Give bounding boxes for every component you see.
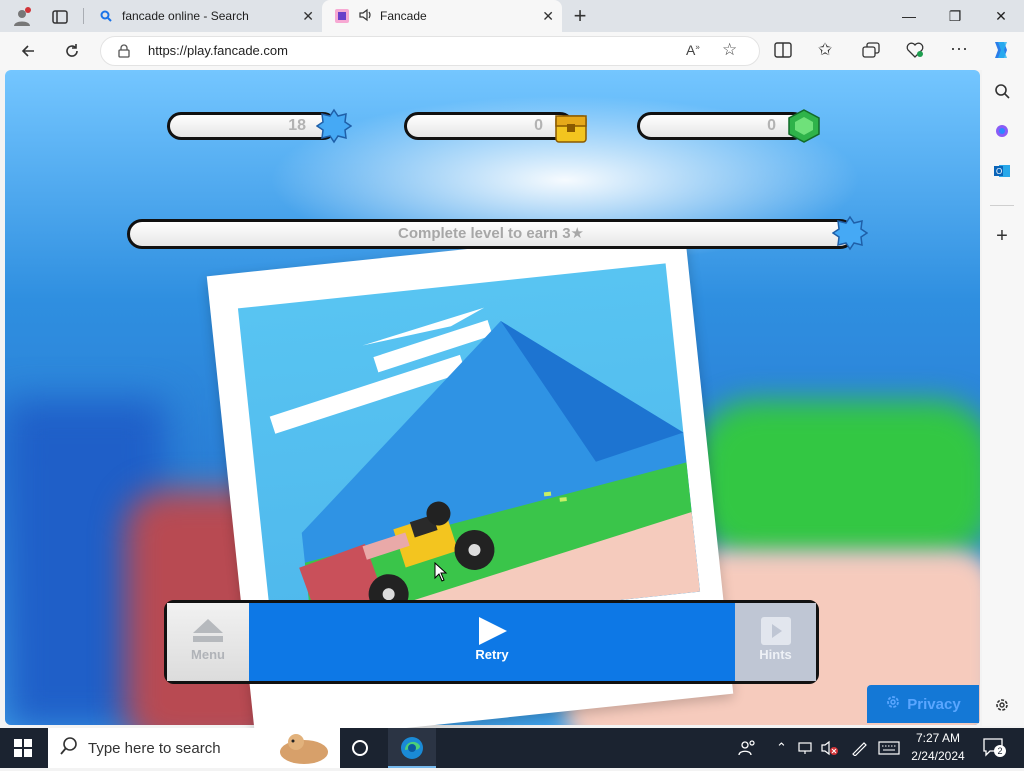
level-preview-image xyxy=(237,263,701,637)
outlook-icon[interactable]: O xyxy=(989,158,1015,184)
minimize-button[interactable]: — xyxy=(886,0,932,32)
tab-divider xyxy=(83,8,84,24)
star-badge-icon xyxy=(316,108,352,144)
keyboard-icon[interactable] xyxy=(878,741,900,758)
copilot-icon[interactable] xyxy=(990,39,1012,66)
favorites-icon[interactable]: ✩ xyxy=(818,40,832,60)
more-options-icon[interactable]: ··· xyxy=(950,38,968,59)
privacy-label: Privacy xyxy=(907,695,961,713)
lock-icon[interactable] xyxy=(118,44,130,63)
privacy-button[interactable]: Privacy xyxy=(867,685,979,723)
chest-icon xyxy=(553,108,589,144)
star-badge-icon xyxy=(832,215,868,251)
mouse-cursor-icon xyxy=(434,561,448,587)
notification-count: 2 xyxy=(994,745,1006,757)
browser-essentials-icon[interactable] xyxy=(906,42,924,63)
retry-button[interactable]: Retry xyxy=(249,603,735,681)
settings-gear-icon[interactable] xyxy=(989,692,1015,718)
task-view-icon[interactable] xyxy=(350,738,370,763)
windows-start-icon[interactable] xyxy=(14,739,32,762)
sidebar-divider xyxy=(990,205,1014,206)
clock-time[interactable]: 7:27 AM xyxy=(910,731,966,745)
restore-button[interactable]: ❐ xyxy=(932,0,978,32)
favorite-star-icon[interactable]: ☆ xyxy=(722,40,737,60)
speaker-icon[interactable] xyxy=(358,8,372,25)
gem-icon xyxy=(786,108,822,144)
chests-count: 0 xyxy=(534,117,543,134)
svg-text:O: O xyxy=(996,167,1002,176)
profile-icon[interactable] xyxy=(10,5,34,29)
split-screen-icon[interactable] xyxy=(774,42,792,63)
settings-gear-icon xyxy=(885,694,901,714)
close-window-button[interactable]: ✕ xyxy=(978,0,1024,32)
search-icon xyxy=(98,8,114,24)
network-icon[interactable] xyxy=(798,741,816,758)
collections-icon[interactable] xyxy=(862,42,880,63)
clock-date[interactable]: 2/24/2024 xyxy=(906,749,970,763)
notifications-icon[interactable]: 2 xyxy=(982,737,1006,759)
background-grass xyxy=(695,400,980,560)
back-button[interactable] xyxy=(12,35,44,67)
copilot-apps-icon[interactable] xyxy=(989,118,1015,144)
level-scene xyxy=(269,307,701,633)
gems-count: 0 xyxy=(767,117,776,134)
search-icon[interactable] xyxy=(989,78,1015,104)
tab-fancade-search[interactable]: fancade online - Search ✕ xyxy=(86,0,322,32)
retry-label: Retry xyxy=(475,647,509,662)
close-tab-icon[interactable]: ✕ xyxy=(542,8,554,25)
close-tab-icon[interactable]: ✕ xyxy=(302,8,314,25)
hints-button[interactable]: Hints xyxy=(735,603,816,681)
show-hidden-icons-icon[interactable]: ⌃ xyxy=(776,740,787,756)
search-highlight-image xyxy=(274,730,334,771)
menu-label: Menu xyxy=(191,647,225,662)
edge-taskbar-button[interactable] xyxy=(388,728,436,768)
tab-actions-icon[interactable] xyxy=(48,5,72,29)
stars-count: 18 xyxy=(288,117,306,134)
people-icon[interactable] xyxy=(738,739,756,760)
tab-title: Fancade xyxy=(380,9,427,23)
url-text: https://play.fancade.com xyxy=(148,43,288,58)
home-arrow-icon xyxy=(191,617,225,648)
refresh-button[interactable] xyxy=(56,35,88,67)
hints-label: Hints xyxy=(759,647,792,662)
taskbar-search-box[interactable]: Type here to search xyxy=(48,728,340,768)
menu-button[interactable]: Menu xyxy=(167,603,249,681)
fancade-favicon xyxy=(334,8,350,24)
read-aloud-icon[interactable]: A» xyxy=(686,42,700,58)
volume-muted-icon[interactable] xyxy=(821,740,839,759)
search-icon xyxy=(60,736,78,760)
tab-fancade[interactable]: Fancade ✕ xyxy=(322,0,562,32)
level-progress-text: Complete level to earn 3★ xyxy=(397,225,584,242)
tab-title: fancade online - Search xyxy=(122,9,249,23)
add-icon[interactable]: + xyxy=(989,223,1015,249)
new-tab-button[interactable]: + xyxy=(568,3,592,28)
search-placeholder: Type here to search xyxy=(88,739,221,757)
pen-workspace-icon[interactable] xyxy=(850,740,868,759)
